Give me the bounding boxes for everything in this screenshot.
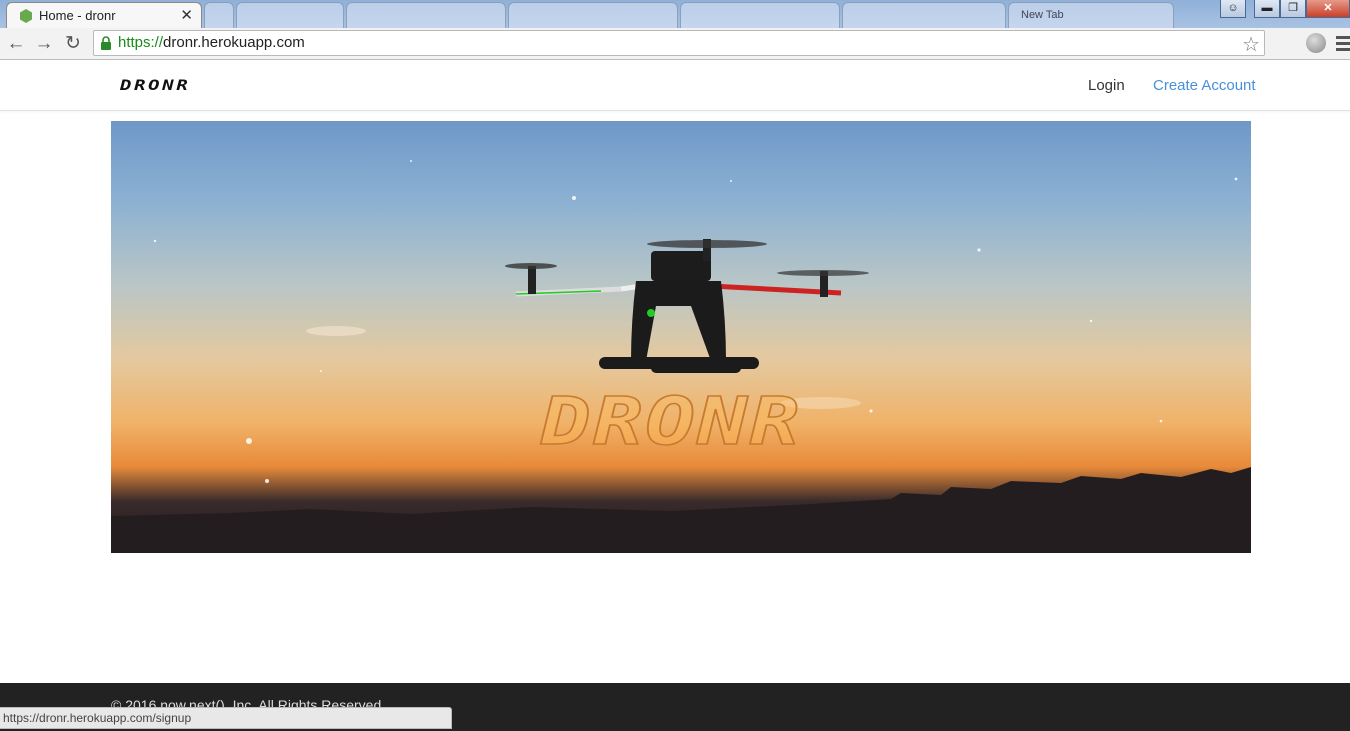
tab-background[interactable] xyxy=(204,2,234,28)
login-link[interactable]: Login xyxy=(1088,77,1125,94)
tab-background[interactable] xyxy=(842,2,1006,28)
tab-background[interactable] xyxy=(346,2,506,28)
browser-status-bar: https://dronr.herokuapp.com/signup xyxy=(0,707,452,729)
drone-graphic xyxy=(505,239,869,373)
tab-background[interactable] xyxy=(508,2,678,28)
tab-close-icon[interactable]: ✕ xyxy=(180,6,193,24)
site-navbar: DRONR Login Create Account xyxy=(0,61,1350,111)
tab-background[interactable] xyxy=(680,2,840,28)
forward-arrow-icon[interactable]: → xyxy=(32,32,56,56)
extension-icon[interactable] xyxy=(1306,33,1326,53)
browser-tabstrip: Home - dronr ✕ New Tab ☺ ▬ ❐ ✕ xyxy=(0,0,1350,28)
hero-logo-text: DRONR xyxy=(540,382,802,461)
window-controls: ☺ ▬ ❐ ✕ xyxy=(1220,0,1350,18)
hero-illustration xyxy=(111,160,1251,553)
tab-background[interactable] xyxy=(236,2,344,28)
lock-icon xyxy=(101,36,111,50)
tab-home-dronr[interactable]: Home - dronr ✕ xyxy=(6,2,202,28)
tab-new-tab[interactable]: New Tab xyxy=(1008,2,1174,28)
favicon-icon xyxy=(20,8,32,23)
hero-image: DRONR xyxy=(111,121,1251,553)
menu-icon[interactable] xyxy=(1336,36,1350,54)
create-account-link[interactable]: Create Account xyxy=(1153,77,1256,94)
bookmark-star-icon[interactable]: ☆ xyxy=(1242,32,1260,57)
maximize-button[interactable]: ❐ xyxy=(1280,0,1306,18)
tab-title: Home - dronr xyxy=(39,8,116,23)
url-host: dronr.herokuapp.com xyxy=(163,34,305,51)
url-text: https://dronr.herokuapp.com xyxy=(118,34,305,51)
browser-toolbar: ← → ↻ https://dronr.herokuapp.com ☆ xyxy=(0,28,1350,60)
brand-logo[interactable]: DRONR xyxy=(120,78,190,94)
window-close-button[interactable]: ✕ xyxy=(1306,0,1350,18)
reload-icon[interactable]: ↻ xyxy=(61,32,85,56)
back-arrow-icon[interactable]: ← xyxy=(4,32,28,56)
address-bar[interactable]: https://dronr.herokuapp.com ☆ xyxy=(93,30,1265,56)
minimize-button[interactable]: ▬ xyxy=(1254,0,1280,18)
user-profile-icon[interactable]: ☺ xyxy=(1220,0,1246,18)
url-scheme: https:// xyxy=(118,34,164,51)
